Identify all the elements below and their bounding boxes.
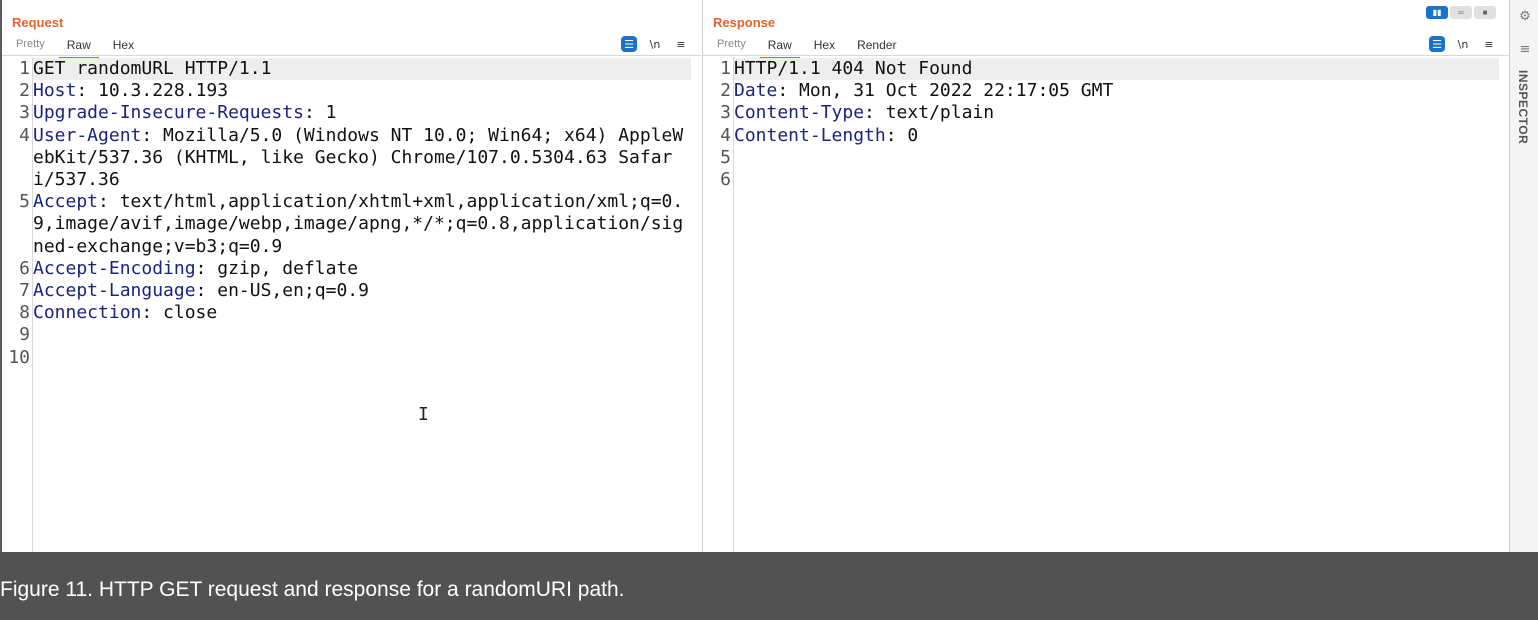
header-name: Host xyxy=(33,80,77,102)
header-name: Accept-Encoding xyxy=(33,257,196,279)
line-number: 1 xyxy=(720,58,731,79)
line-text: Upgrade-Insecure-Requests: 1 xyxy=(33,102,337,124)
line-text: Host: 10.3.228.193 xyxy=(33,80,229,102)
line-text: Accept-Encoding: gzip, deflate xyxy=(33,257,359,279)
line-number: 2 xyxy=(720,80,731,102)
code-line[interactable]: 5 xyxy=(703,147,1499,169)
request-editor[interactable]: 1 GET randomURL HTTP/1.1 2 Host: 10.3.228.1… xyxy=(2,58,691,369)
code-line[interactable]: 10 xyxy=(2,347,691,369)
request-toolbar: ☰ \n ≡ xyxy=(621,36,689,52)
menu-icon[interactable]: ≡ xyxy=(1481,36,1497,52)
line-number: 8 xyxy=(19,302,30,324)
code-line[interactable]: 1 GET randomURL HTTP/1.1 xyxy=(2,58,691,81)
tab-pretty[interactable]: Pretty xyxy=(709,36,754,57)
line-number: 4 xyxy=(19,124,30,146)
stacked-layout-icon[interactable]: ═ xyxy=(1450,6,1472,19)
header-name: Upgrade-Insecure-Requests xyxy=(33,102,304,124)
editor-divider xyxy=(2,55,701,56)
header-name: Content-Length xyxy=(734,124,886,146)
settings-icon[interactable]: ⚙ xyxy=(1517,9,1533,25)
wrap-toggle-icon[interactable]: ☰ xyxy=(621,36,637,52)
line-text xyxy=(33,324,691,346)
line-number: 6 xyxy=(720,169,731,191)
wrap-toggle-icon[interactable]: ☰ xyxy=(1429,36,1445,52)
text-cursor-icon: I xyxy=(418,404,429,425)
code-line[interactable]: 4 Content-Length: 0 xyxy=(703,125,1499,147)
line-number: 7 xyxy=(19,280,30,302)
editor-divider xyxy=(703,55,1509,56)
tab-raw[interactable]: Raw xyxy=(759,36,800,59)
line-text xyxy=(734,147,1499,169)
collapse-icon[interactable]: ≡ xyxy=(1517,42,1533,58)
header-name: Date xyxy=(734,80,778,102)
line-number: 5 xyxy=(720,146,731,168)
response-editor[interactable]: 1 HTTP/1.1 404 Not Found 2 Date: Mon, 31 Oc… xyxy=(703,58,1499,191)
response-pane: Response Pretty Raw Hex Render ☰ \n ≡ 1H… xyxy=(702,0,1509,552)
single-layout-icon[interactable]: ■ xyxy=(1474,6,1496,19)
header-name: Content-Type xyxy=(734,102,865,124)
line-number: 9 xyxy=(19,324,30,346)
line-text: User-Agent: Mozilla/5.0 (Windows NT 10.0… xyxy=(33,124,684,191)
line-text: Accept-Language: en-US,en;q=0.9 xyxy=(33,280,369,302)
line-number: 10 xyxy=(8,346,30,368)
figure-caption: Figure 11. HTTP GET request and response… xyxy=(0,578,625,601)
line-text: Content-Length: 0 xyxy=(734,124,919,146)
tab-render[interactable]: Render xyxy=(849,36,904,57)
side-by-side-layout-icon[interactable]: ▮▮ xyxy=(1426,6,1448,19)
line-text xyxy=(734,169,1499,191)
newline-icon[interactable]: \n xyxy=(1455,36,1471,52)
layout-toggle: ▮▮ ═ ■ xyxy=(1426,6,1496,19)
request-title: Request xyxy=(12,15,64,30)
http-editor-window: Request Pretty Raw Hex ☰ \n ≡ 1 GET rando… xyxy=(0,0,1538,552)
code-line[interactable]: 9 xyxy=(2,324,691,346)
code-line[interactable]: 2 Host: 10.3.228.193 xyxy=(2,80,691,102)
code-line[interactable]: 7 Accept-Language: en-US,en;q=0.9 xyxy=(2,280,691,302)
line-number: 5 xyxy=(19,191,30,213)
code-line[interactable]: 6 Accept-Encoding: gzip, deflate xyxy=(2,258,691,280)
response-tabs: Pretty Raw Hex Render xyxy=(709,36,910,59)
line-number: 4 xyxy=(720,124,731,146)
caption-bar: Figure 11. HTTP GET request and response… xyxy=(0,552,1538,620)
code-line[interactable]: 2 Date: Mon, 31 Oct 2022 22:17:05 GMT xyxy=(703,80,1499,102)
tab-hex[interactable]: Hex xyxy=(806,36,843,57)
line-text: Connection: close xyxy=(33,302,218,324)
line-text: Date: Mon, 31 Oct 2022 22:17:05 GMT xyxy=(734,80,1114,102)
code-line[interactable]: 3 Upgrade-Insecure-Requests: 1 xyxy=(2,102,691,124)
tab-raw[interactable]: Raw xyxy=(58,36,99,59)
newline-icon[interactable]: \n xyxy=(647,36,663,52)
tab-hex[interactable]: Hex xyxy=(105,36,142,57)
header-name: Connection xyxy=(33,302,142,324)
line-text: HTTP/1.1 404 Not Found xyxy=(734,58,1499,81)
line-text: Content-Type: text/plain xyxy=(734,102,995,124)
header-name: Accept-Language xyxy=(33,280,196,302)
response-toolbar: ☰ \n ≡ xyxy=(1429,36,1497,52)
response-title: Response xyxy=(713,15,776,30)
line-text: Accept: text/html,application/xhtml+xml,… xyxy=(33,191,684,257)
line-number: 1 xyxy=(19,58,30,79)
line-number: 3 xyxy=(720,102,731,124)
code-line[interactable]: 6 xyxy=(703,169,1499,191)
code-line[interactable]: 5 Accept: text/html,application/xhtml+xml… xyxy=(2,191,691,258)
code-line[interactable]: 3 Content-Type: text/plain xyxy=(703,102,1499,124)
header-name: Accept xyxy=(33,191,99,213)
code-line[interactable]: 8 Connection: close xyxy=(2,302,691,324)
header-name: User-Agent xyxy=(33,124,142,146)
line-text: GET randomURL HTTP/1.1 xyxy=(33,58,691,81)
line-number: 6 xyxy=(19,257,30,279)
code-line[interactable]: 1 HTTP/1.1 404 Not Found xyxy=(703,58,1499,81)
inspector-tab[interactable]: INSPECTOR xyxy=(1516,70,1530,144)
request-tabs: Pretty Raw Hex xyxy=(8,36,148,59)
inspector-sidebar: ⚙ ≡ INSPECTOR xyxy=(1509,0,1538,552)
menu-icon[interactable]: ≡ xyxy=(673,36,689,52)
code-line[interactable]: 4 User-Agent: Mozilla/5.0 (Windows NT 10.… xyxy=(2,125,691,192)
request-pane: Request Pretty Raw Hex ☰ \n ≡ 1 GET rando… xyxy=(0,0,701,552)
tab-pretty[interactable]: Pretty xyxy=(8,36,53,57)
line-number: 3 xyxy=(19,102,30,124)
line-text xyxy=(33,347,691,369)
line-number: 2 xyxy=(19,80,30,102)
